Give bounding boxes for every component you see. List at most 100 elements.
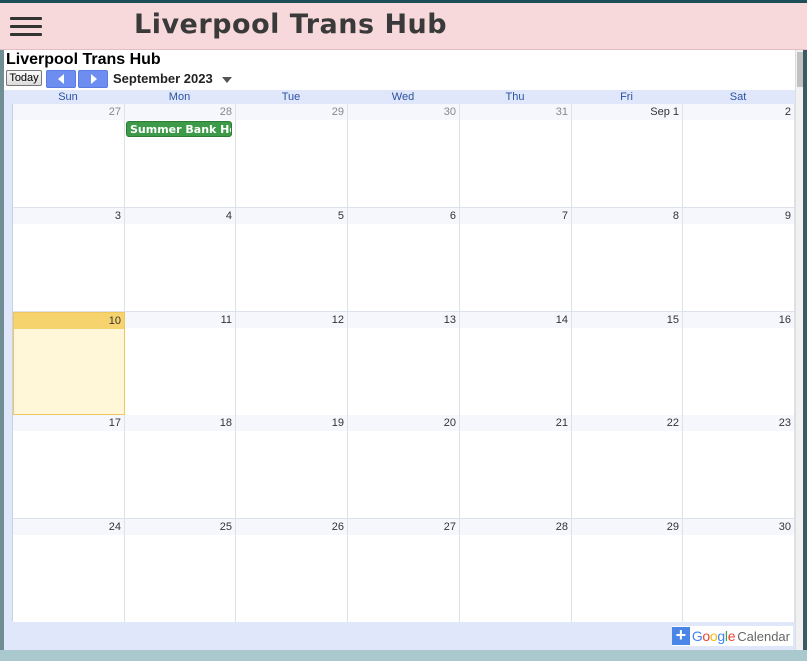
plus-icon: + xyxy=(671,626,690,645)
google-wordmark: Google xyxy=(691,628,736,644)
day-cell[interactable]: 28 xyxy=(460,519,572,622)
arrow-left-icon xyxy=(58,74,64,84)
event-chip[interactable]: Summer Bank Holi xyxy=(126,121,232,137)
day-cell[interactable]: 22 xyxy=(572,415,683,518)
day-cell[interactable]: Sep 1 xyxy=(572,104,683,207)
weekday-label: Thu xyxy=(505,91,525,103)
day-number: 10 xyxy=(14,313,124,329)
day-number: 14 xyxy=(460,312,571,328)
day-cell[interactable]: 27 xyxy=(348,519,460,622)
week-row: 17 18 19 20 21 22 23 xyxy=(13,415,795,519)
day-cell[interactable]: 29 xyxy=(572,519,683,622)
day-cell[interactable]: 24 xyxy=(13,519,125,622)
google-calendar-badge[interactable]: + Google Calendar xyxy=(671,626,793,646)
day-cell[interactable]: 19 xyxy=(236,415,348,518)
day-cell[interactable]: 23 xyxy=(683,415,795,518)
day-number: 27 xyxy=(13,104,124,120)
day-cell[interactable]: 3 xyxy=(13,208,125,311)
day-number: 24 xyxy=(13,519,124,535)
day-number: 27 xyxy=(348,519,459,535)
next-month-button[interactable] xyxy=(78,70,108,88)
week-row: 24 25 26 27 28 29 30 xyxy=(13,519,795,623)
day-number: 29 xyxy=(236,104,347,120)
day-cell[interactable]: 6 xyxy=(348,208,460,311)
site-title: Liverpool Trans Hub xyxy=(134,9,448,40)
google-letter: G xyxy=(691,628,703,644)
week-row: 3456789 xyxy=(13,208,795,312)
day-cell[interactable]: 13 xyxy=(348,312,460,415)
day-number: 15 xyxy=(572,312,682,328)
weekday-label: Wed xyxy=(391,91,415,103)
day-number: 12 xyxy=(236,312,347,328)
day-number: 21 xyxy=(460,415,571,431)
google-letter: g xyxy=(717,628,725,644)
day-cell[interactable]: 31 xyxy=(460,104,572,207)
day-number: 11 xyxy=(125,312,235,328)
day-cell[interactable]: 30 xyxy=(348,104,460,207)
arrow-right-icon xyxy=(91,74,97,84)
day-cell[interactable]: 5 xyxy=(236,208,348,311)
current-month-label: September 2023 xyxy=(113,71,213,86)
day-number: 2 xyxy=(683,104,794,120)
weekday-label: Sat xyxy=(729,91,747,103)
google-letter: o xyxy=(702,628,710,644)
calendar-wordmark: Calendar xyxy=(737,628,790,644)
previous-month-button[interactable] xyxy=(46,70,76,88)
week-row: 10 11 12 13 14 15 16 xyxy=(13,312,795,416)
day-number: 29 xyxy=(572,519,682,535)
day-cell[interactable]: 2 xyxy=(683,104,795,207)
weekday-label: Mon xyxy=(168,91,191,103)
day-number: 18 xyxy=(125,415,235,431)
day-cell[interactable]: 30 xyxy=(683,519,795,622)
today-button[interactable]: Today xyxy=(6,70,42,86)
calendar-body: SunMonTueWedThuFriSat 2728Summer Bank Ho… xyxy=(4,90,795,650)
right-edge-strip xyxy=(803,50,807,650)
calendar-footer: + Google Calendar xyxy=(4,622,795,650)
weekday-label: Sun xyxy=(58,91,78,103)
day-number: 26 xyxy=(236,519,347,535)
weekday-label: Tue xyxy=(281,91,301,103)
day-cell[interactable]: 18 xyxy=(125,415,236,518)
weekday-label: Fri xyxy=(620,91,633,103)
chevron-down-icon[interactable] xyxy=(222,77,232,83)
day-cell[interactable]: 8 xyxy=(572,208,683,311)
day-cell[interactable]: 9 xyxy=(683,208,795,311)
day-cell[interactable]: 4 xyxy=(125,208,236,311)
day-number: 5 xyxy=(236,208,347,224)
day-number: 28 xyxy=(125,104,235,120)
day-cell[interactable]: 27 xyxy=(13,104,125,207)
day-cell-today[interactable]: 10 xyxy=(13,312,125,415)
google-letter: e xyxy=(727,628,736,644)
weekday-header: Sun Mon Tue Wed Thu Fri Sat xyxy=(12,90,794,104)
hamburger-menu-icon[interactable] xyxy=(10,17,42,37)
day-cell[interactable]: 11 xyxy=(125,312,236,415)
day-cell[interactable]: 25 xyxy=(125,519,236,622)
day-number: 31 xyxy=(460,104,571,120)
bottom-edge xyxy=(0,650,807,661)
day-number: 16 xyxy=(683,312,794,328)
day-number: 28 xyxy=(460,519,571,535)
site-header: Liverpool Trans Hub xyxy=(0,3,807,50)
day-cell[interactable]: 14 xyxy=(460,312,572,415)
day-number: 7 xyxy=(460,208,571,224)
day-cell[interactable]: 15 xyxy=(572,312,683,415)
day-number: 13 xyxy=(348,312,459,328)
day-cell[interactable]: 20 xyxy=(348,415,460,518)
day-number: 9 xyxy=(683,208,794,224)
day-number: 20 xyxy=(348,415,459,431)
day-cell[interactable]: 16 xyxy=(683,312,795,415)
day-number: 3 xyxy=(13,208,124,224)
day-cell[interactable]: 17 xyxy=(13,415,125,518)
day-cell[interactable]: 21 xyxy=(460,415,572,518)
day-cell[interactable]: 7 xyxy=(460,208,572,311)
day-cell[interactable]: 26 xyxy=(236,519,348,622)
day-number: 30 xyxy=(683,519,794,535)
day-number: Sep 1 xyxy=(572,104,682,120)
day-cell[interactable]: 28Summer Bank Holi xyxy=(125,104,236,207)
day-number: 23 xyxy=(683,415,794,431)
day-number: 8 xyxy=(572,208,682,224)
calendar-embed: Liverpool Trans Hub Today September 2023… xyxy=(4,50,803,650)
day-number: 17 xyxy=(13,415,124,431)
day-cell[interactable]: 12 xyxy=(236,312,348,415)
day-cell[interactable]: 29 xyxy=(236,104,348,207)
